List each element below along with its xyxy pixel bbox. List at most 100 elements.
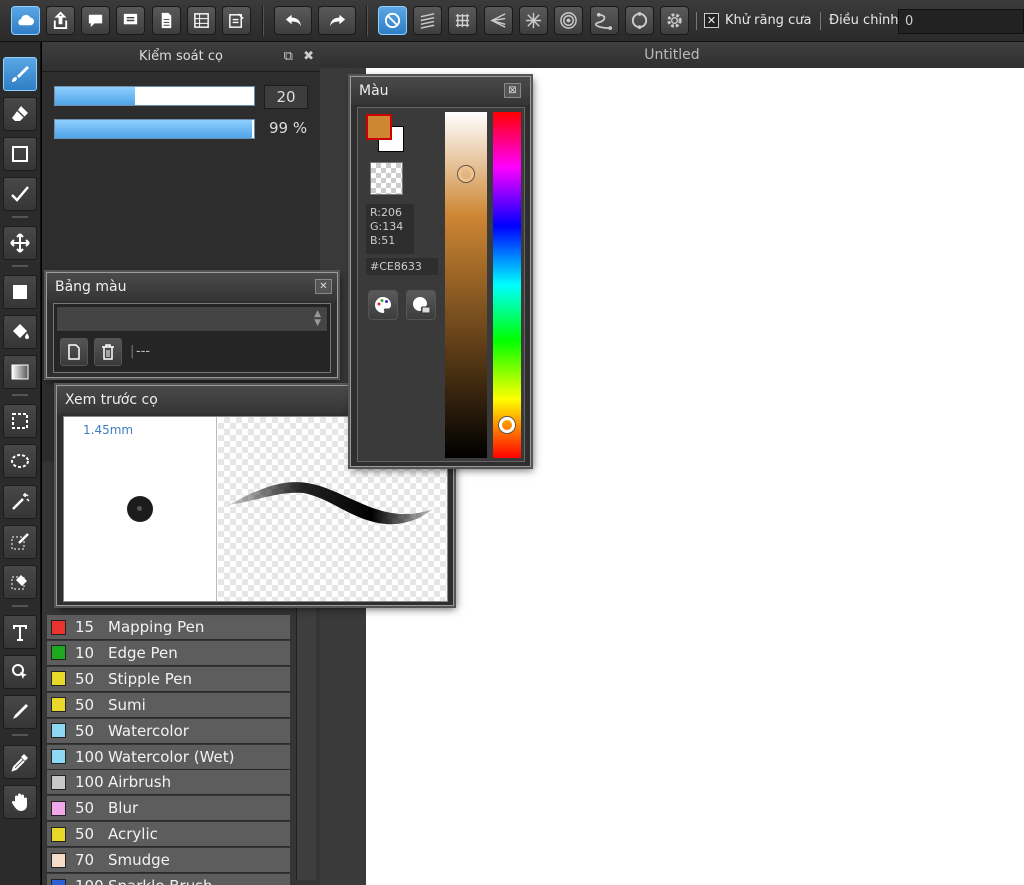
brush-list-item[interactable]: 70 Smudge <box>47 848 290 874</box>
brush-tool-icon[interactable] <box>3 57 37 91</box>
brush-size-slider[interactable] <box>54 86 255 106</box>
document-icon[interactable] <box>152 6 181 35</box>
brush-opacity-fill <box>55 120 252 138</box>
brush-list-item[interactable]: 50 Watercolor <box>47 718 290 744</box>
brush-size-value[interactable]: 20 <box>264 85 308 109</box>
brush-list-item[interactable]: 50 Sumi <box>47 692 290 718</box>
brush-name: Watercolor <box>108 721 189 740</box>
brush-name: Edge Pen <box>108 643 178 662</box>
concentric-snap-icon[interactable] <box>554 6 583 35</box>
canvas-tab[interactable]: Untitled <box>320 42 1024 68</box>
brush-name: Stipple Pen <box>108 669 193 688</box>
settings-gear-icon[interactable] <box>660 6 689 35</box>
hex-value[interactable]: #CE8633 <box>366 258 438 275</box>
brush-color-swatch <box>51 697 66 713</box>
fill-rect-tool-icon[interactable] <box>3 275 37 309</box>
gradient-tool-icon[interactable] <box>3 355 37 389</box>
toolbar-separator <box>820 12 821 30</box>
brush-list-item[interactable]: 100 Airbrush <box>47 770 290 796</box>
brush-opacity-slider[interactable] <box>54 119 255 139</box>
rect-select-icon[interactable] <box>3 404 37 438</box>
message-icon[interactable] <box>116 6 145 35</box>
select-pen-icon[interactable] <box>3 525 37 559</box>
brush-size-label: 1.45mm <box>83 423 134 437</box>
brush-list-item[interactable]: 50 Stipple Pen <box>47 666 290 692</box>
move-tool-icon[interactable] <box>3 226 37 260</box>
hand-tool-icon[interactable] <box>3 785 37 819</box>
curve-snap-icon[interactable] <box>590 6 619 35</box>
palette-select[interactable]: ▲ ▼ <box>56 306 328 332</box>
text-tool-icon[interactable] <box>3 615 37 649</box>
brush-opacity-value: 99 % <box>269 119 308 137</box>
shade-picker-ring[interactable] <box>458 166 474 182</box>
new-palette-icon[interactable] <box>60 338 88 366</box>
operation-tool-icon[interactable] <box>3 655 37 689</box>
spin-arrows-icon[interactable]: ▲ ▼ <box>314 310 321 328</box>
palette-title-bar[interactable]: Bảng màu ✕ <box>47 273 337 301</box>
redo-icon[interactable] <box>318 6 356 35</box>
brush-name: Airbrush <box>108 773 172 792</box>
grid-snap-icon[interactable] <box>448 6 477 35</box>
selection-pen-icon[interactable] <box>3 177 37 211</box>
brush-color-swatch <box>51 671 66 687</box>
hue-strip[interactable] <box>493 112 521 458</box>
toolbar-separator <box>366 6 368 36</box>
undo-icon[interactable] <box>274 6 312 35</box>
foreground-color-swatch[interactable] <box>366 114 392 140</box>
palette-name: --- <box>136 344 151 359</box>
antialias-checkbox[interactable]: ✕ <box>704 13 719 28</box>
layer-list-icon[interactable] <box>187 6 216 35</box>
color-swatches[interactable] <box>366 114 410 154</box>
magic-wand-icon[interactable] <box>3 485 37 519</box>
close-icon[interactable]: ✖ <box>303 49 314 64</box>
preview-title: Xem trước cọ <box>65 392 158 408</box>
transparent-color-swatch[interactable] <box>370 162 403 195</box>
parallel-snap-icon[interactable] <box>413 6 442 35</box>
brush-list-item[interactable]: 100Sparkle Brush <box>47 874 290 885</box>
color-title: Màu <box>359 83 389 99</box>
brush-name: Acrylic <box>108 825 158 844</box>
brush-color-swatch <box>51 878 66 885</box>
brush-list-item[interactable]: 50 Acrylic <box>47 822 290 848</box>
saturation-value-strip[interactable] <box>445 112 487 458</box>
pen-tool-icon[interactable] <box>3 695 37 729</box>
hue-picker-ring[interactable] <box>499 417 515 433</box>
brush-list-item[interactable]: 100 Watercolor (Wet) <box>47 744 290 770</box>
color-body: R:206 G:134 B:51 #CE8633 <box>357 107 525 462</box>
perspective-snap-icon[interactable] <box>484 6 513 35</box>
eraser-tool-icon[interactable] <box>3 97 37 131</box>
palette-body: ▲ ▼ | --- <box>53 303 331 373</box>
color-title-bar[interactable]: Màu ⊠ <box>351 77 530 105</box>
brush-list-item[interactable]: 15 Mapping Pen <box>47 615 290 640</box>
brush-color-swatch <box>51 749 66 764</box>
toolbar-separator <box>262 6 264 36</box>
brush-list-item[interactable]: 10 Edge Pen <box>47 640 290 666</box>
share-icon[interactable] <box>46 6 75 35</box>
tool-separator <box>12 216 28 218</box>
bucket-fill-icon[interactable] <box>3 315 37 349</box>
cloud-icon[interactable] <box>11 6 40 35</box>
rectangle-tool-icon[interactable] <box>3 137 37 171</box>
checklist-icon[interactable] <box>222 6 251 35</box>
eyedropper-icon[interactable] <box>3 745 37 779</box>
tool-separator <box>12 734 28 736</box>
toolbar-separator <box>696 12 697 30</box>
brush-list-item[interactable]: 50 Blur <box>47 796 290 822</box>
brush-size: 100 <box>75 747 104 766</box>
brush-name: Sumi <box>108 695 146 714</box>
detach-icon[interactable]: ⧉ <box>284 49 293 64</box>
close-icon[interactable]: ✕ <box>315 279 332 294</box>
green-value: G:134 <box>370 220 404 233</box>
lasso-select-icon[interactable] <box>3 444 37 478</box>
color-set-icon[interactable] <box>406 290 436 320</box>
close-icon[interactable]: ⊠ <box>504 83 521 98</box>
circle-snap-icon[interactable] <box>625 6 654 35</box>
select-eraser-icon[interactable] <box>3 565 37 599</box>
radial-snap-icon[interactable] <box>519 6 548 35</box>
brush-size: 100 <box>66 877 108 885</box>
adjust-field[interactable]: 0 <box>898 9 1024 34</box>
no-snap-icon[interactable] <box>378 6 407 35</box>
comment-icon[interactable] <box>81 6 110 35</box>
trash-icon[interactable] <box>94 338 122 366</box>
palette-icon[interactable] <box>368 290 398 320</box>
